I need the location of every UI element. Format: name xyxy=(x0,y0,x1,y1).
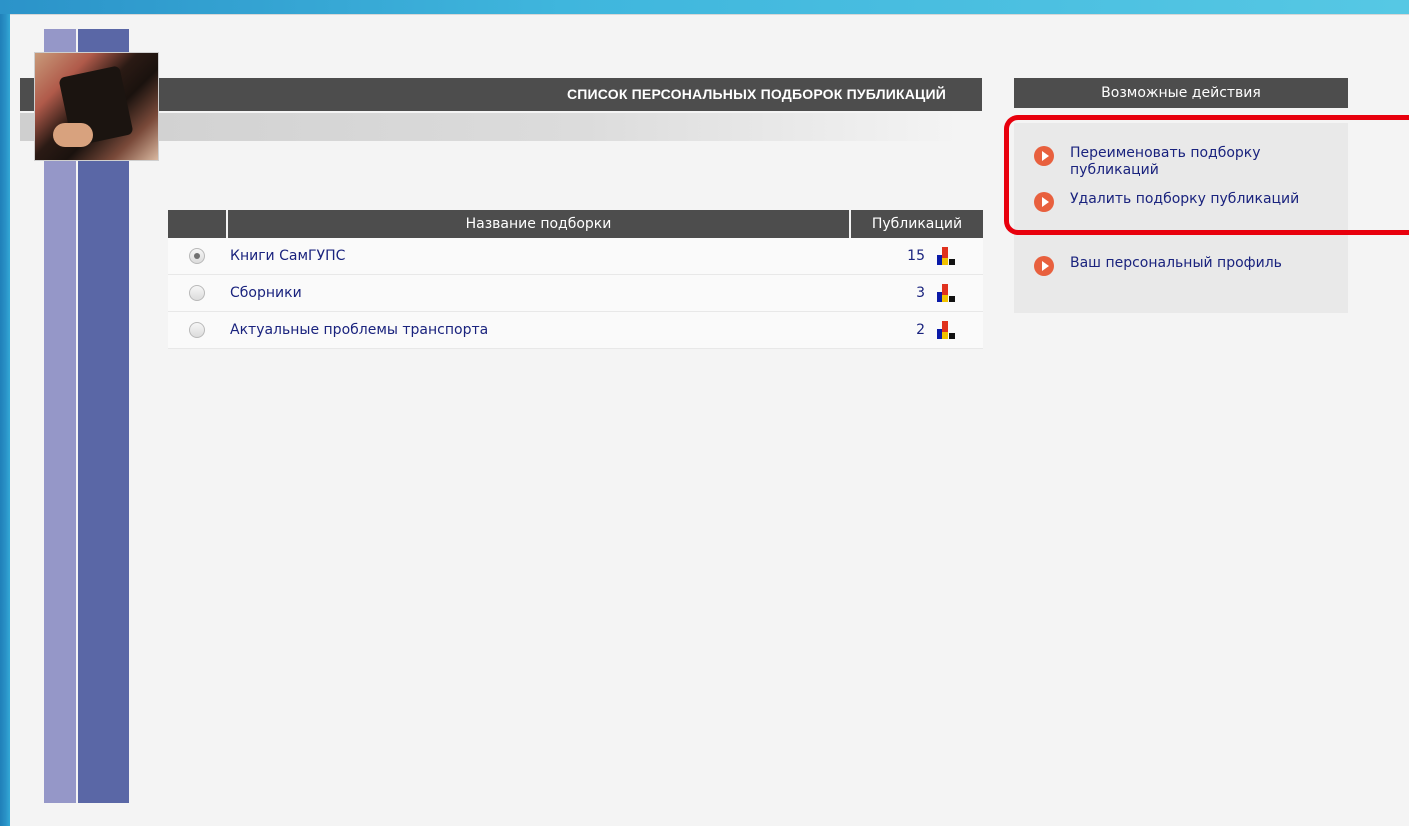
page-title: СПИСОК ПЕРСОНАЛЬНЫХ ПОДБОРОК ПУБЛИКАЦИЙ xyxy=(566,86,946,102)
row-radio[interactable] xyxy=(189,322,205,338)
actions-panel-title: Возможные действия xyxy=(1014,78,1348,108)
title-underline-band xyxy=(20,113,960,141)
row-radio[interactable] xyxy=(189,285,205,301)
statistics-chart-icon[interactable] xyxy=(937,321,957,339)
row-radio-cell xyxy=(168,322,226,338)
personal-profile-action[interactable]: Ваш персональный профиль xyxy=(1034,255,1330,276)
page-background: СПИСОК ПЕРСОНАЛЬНЫХ ПОДБОРОК ПУБЛИКАЦИЙ … xyxy=(10,14,1409,826)
page-title-bar: СПИСОК ПЕРСОНАЛЬНЫХ ПОДБОРОК ПУБЛИКАЦИЙ xyxy=(20,78,982,111)
collection-link[interactable]: Актуальные проблемы транспорта xyxy=(226,322,851,338)
row-radio-cell xyxy=(168,285,226,301)
header-select-column xyxy=(168,210,226,238)
count-cell: 2 xyxy=(851,321,983,339)
hand-image-part xyxy=(53,123,93,147)
window-top-band xyxy=(0,0,1409,14)
statistics-chart-icon[interactable] xyxy=(937,247,957,265)
publication-count: 3 xyxy=(916,285,925,301)
table-header: Название подборки Публикаций xyxy=(168,210,983,238)
statistics-chart-icon[interactable] xyxy=(937,284,957,302)
publication-count: 15 xyxy=(907,248,925,264)
briefcase-photo xyxy=(34,52,159,161)
collections-table: Название подборки Публикаций Книги СамГУ… xyxy=(168,210,983,349)
count-cell: 3 xyxy=(851,284,983,302)
red-highlight-frame xyxy=(1004,115,1409,235)
header-count: Публикаций xyxy=(851,210,983,238)
row-radio[interactable] xyxy=(189,248,205,264)
collection-link[interactable]: Книги СамГУПС xyxy=(226,248,851,264)
table-row: Актуальные проблемы транспорта 2 xyxy=(168,312,983,349)
publication-count: 2 xyxy=(916,322,925,338)
collection-link[interactable]: Сборники xyxy=(226,285,851,301)
action-label: Ваш персональный профиль xyxy=(1070,255,1282,271)
table-row: Книги СамГУПС 15 xyxy=(168,238,983,275)
header-name: Название подборки xyxy=(228,210,849,238)
row-radio-cell xyxy=(168,248,226,264)
count-cell: 15 xyxy=(851,247,983,265)
table-row: Сборники 3 xyxy=(168,275,983,312)
play-arrow-icon xyxy=(1034,256,1054,276)
